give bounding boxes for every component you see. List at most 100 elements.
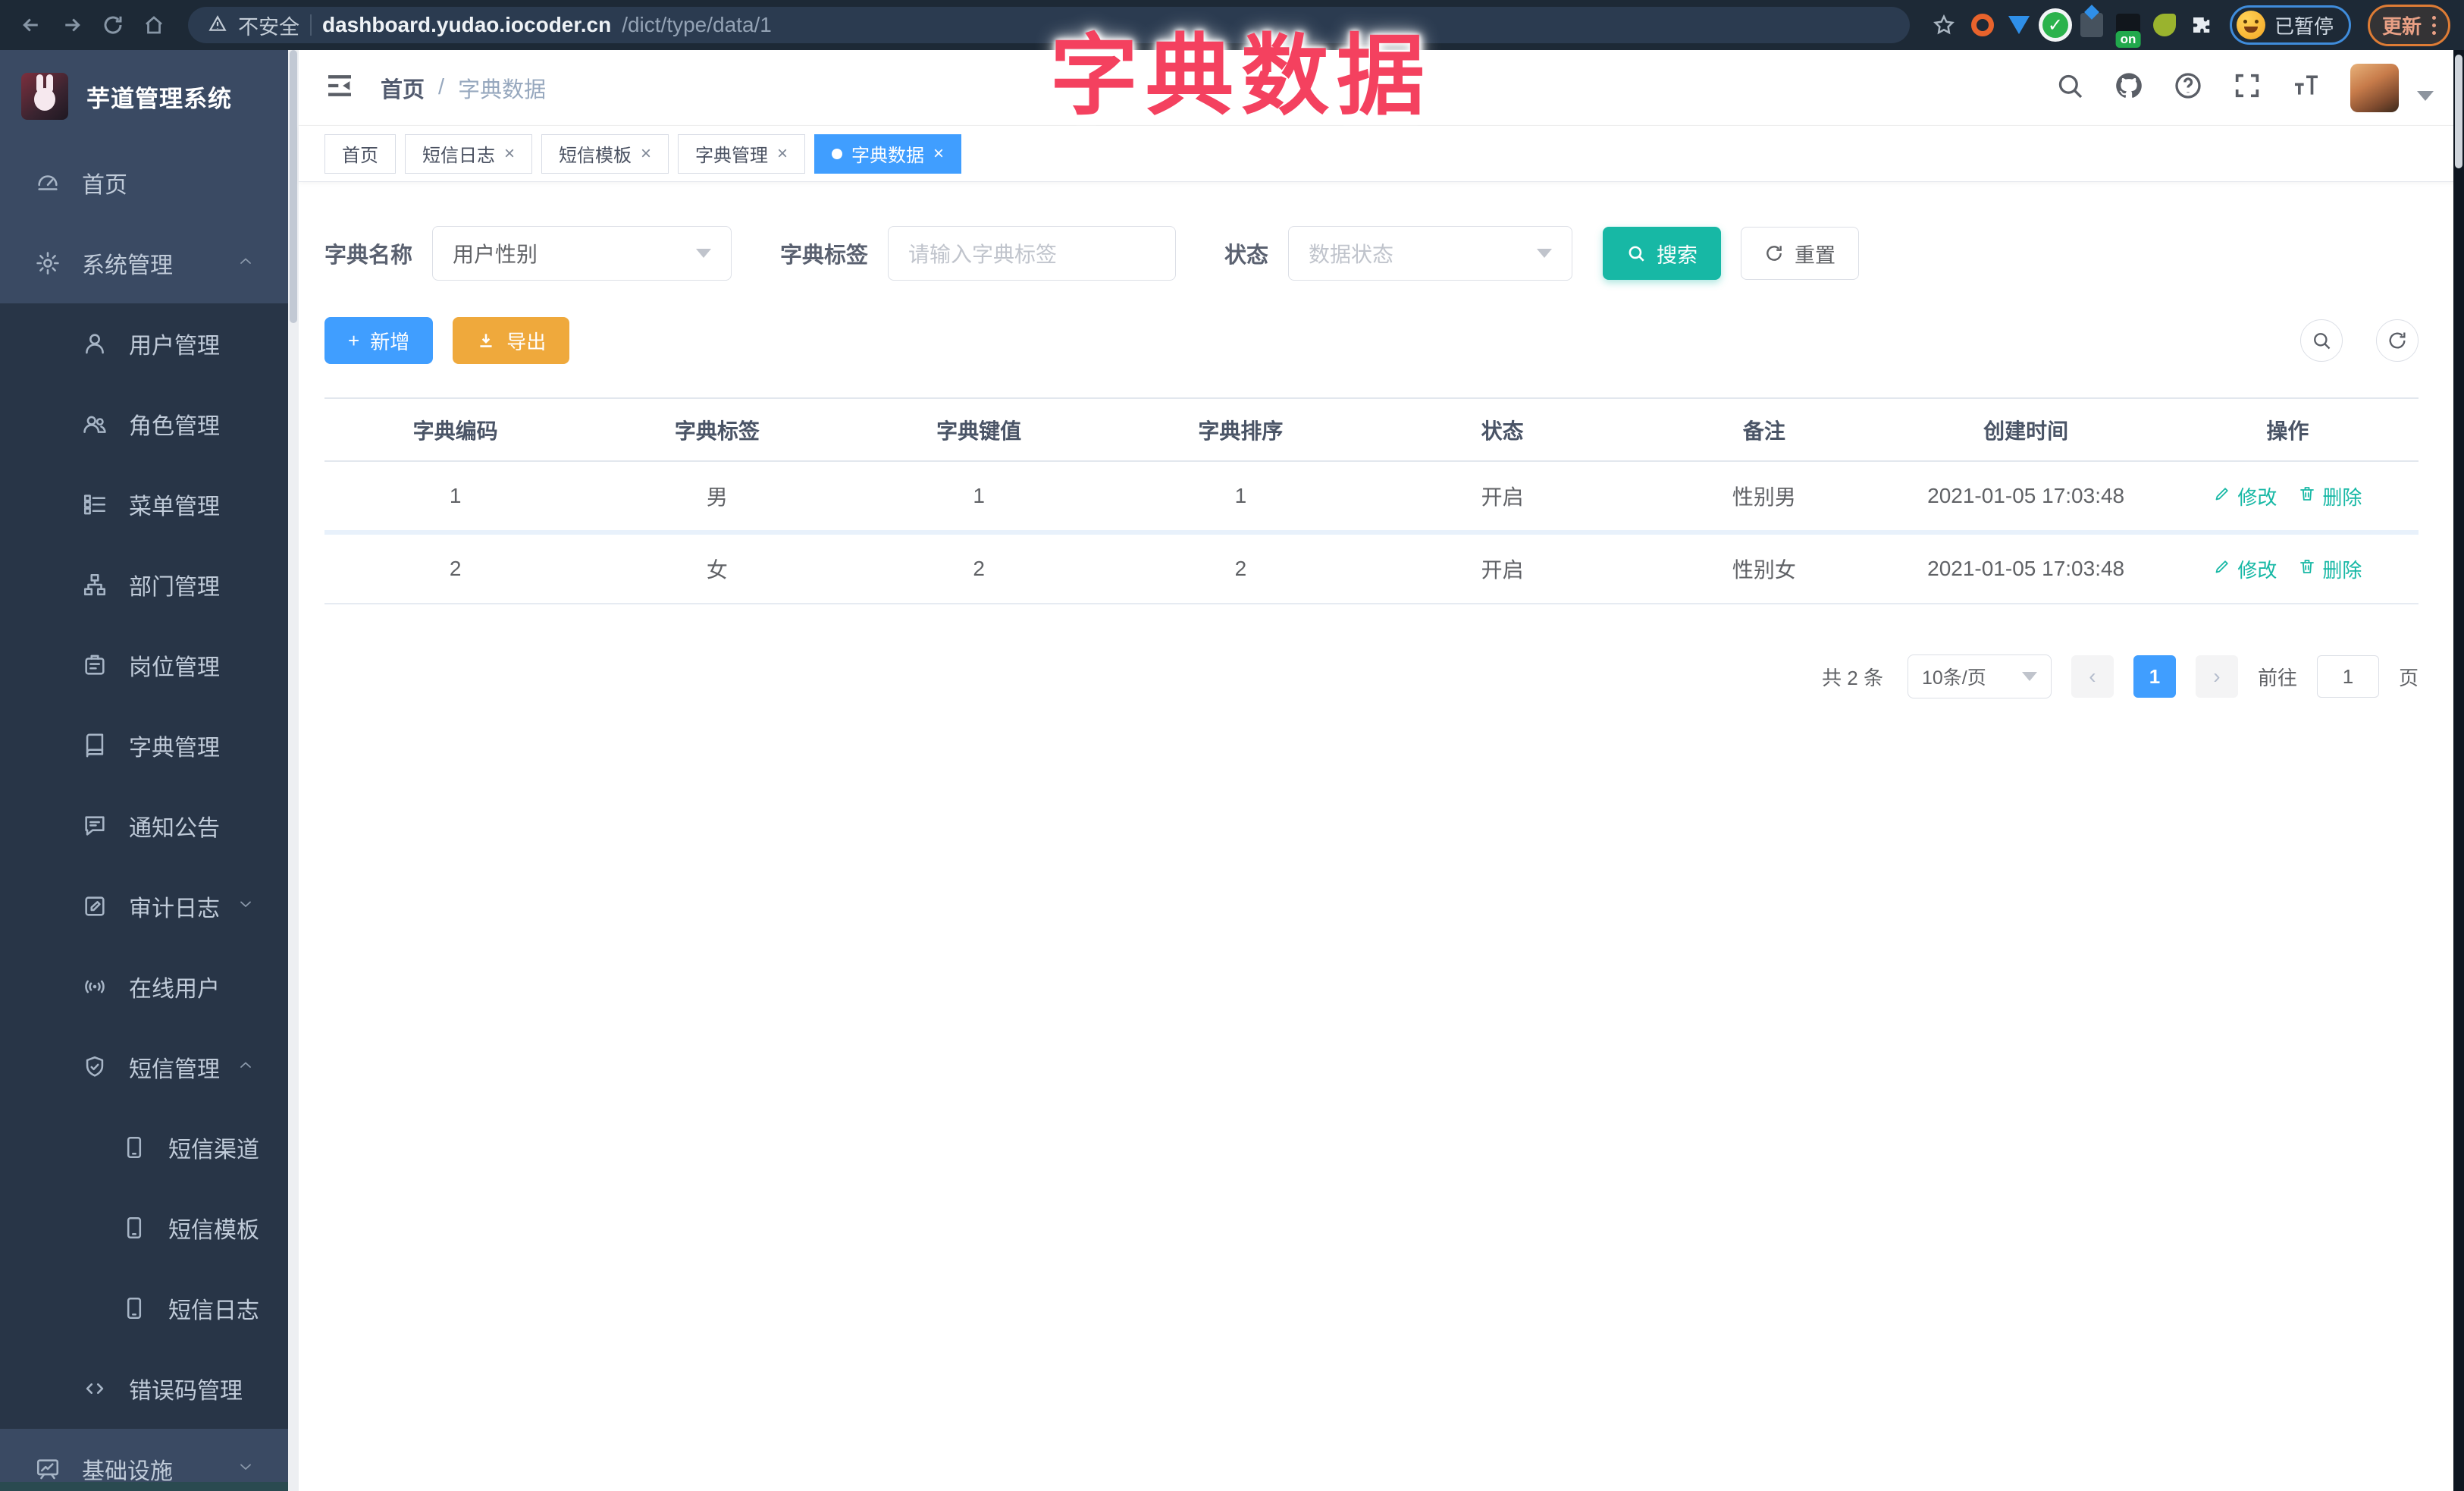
browser-menu-kebab-icon[interactable]	[2432, 15, 2436, 35]
reset-button[interactable]: 重置	[1741, 227, 1860, 280]
chevron-down-icon	[237, 893, 255, 919]
delete-link[interactable]: 删除	[2298, 555, 2362, 583]
reload-icon[interactable]	[96, 8, 130, 42]
edit-link[interactable]: 修改	[2213, 555, 2277, 583]
extension-sliders-icon[interactable]	[2077, 10, 2107, 40]
badge-icon	[82, 652, 108, 678]
table-header-row: 字典编码 字典标签 字典键值 字典排序 状态 备注 创建时间 操作	[324, 399, 2419, 462]
sidebar-item-online-users[interactable]: 在线用户	[0, 946, 288, 1027]
export-button[interactable]: 导出	[453, 317, 570, 364]
page-scrollbar-thumb[interactable]	[2455, 55, 2462, 168]
search-button[interactable]: 搜索	[1603, 227, 1722, 280]
code-icon	[82, 1376, 108, 1402]
sidebar-scrollbar[interactable]	[288, 50, 299, 1491]
prev-page-button[interactable]: ‹	[2071, 655, 2114, 698]
sidebar-item-sms-channel[interactable]: 短信渠道	[0, 1107, 288, 1188]
url-path[interactable]: /dict/type/data/1	[622, 13, 772, 37]
page-scrollbar[interactable]	[2453, 50, 2464, 1491]
delete-link[interactable]: 删除	[2298, 482, 2362, 510]
refresh-icon[interactable]	[2376, 319, 2419, 362]
toggle-search-icon[interactable]	[2300, 319, 2343, 362]
sidebar-item-dept-mgmt[interactable]: 部门管理	[0, 545, 288, 625]
tab-home[interactable]: 首页	[324, 133, 396, 174]
fullscreen-icon[interactable]	[2232, 71, 2262, 105]
goto-page-input[interactable]: 1	[2316, 655, 2379, 698]
avatar-caret-icon[interactable]	[2417, 91, 2434, 101]
dict-tag-input[interactable]: 请输入字典标签	[888, 226, 1177, 281]
sidebar-item-sms-log[interactable]: 短信日志	[0, 1268, 288, 1348]
phone-icon	[121, 1295, 147, 1321]
edit-link[interactable]: 修改	[2213, 482, 2277, 510]
dict-name-select[interactable]: 用户性别	[432, 226, 732, 281]
sidebar-logo[interactable]: 芋道管理系统	[0, 50, 288, 143]
sidebar-item-sms-template[interactable]: 短信模板	[0, 1188, 288, 1268]
address-bar[interactable]: 不安全 dashboard.yudao.iocoder.cn/dict/type…	[188, 7, 1910, 43]
help-icon[interactable]	[2173, 71, 2203, 105]
column-header: 备注	[1633, 399, 1895, 462]
tree-icon	[82, 572, 108, 598]
plus-icon: +	[348, 328, 360, 352]
extension-gem-icon[interactable]	[2004, 10, 2034, 40]
status-select[interactable]: 数据状态	[1288, 226, 1573, 281]
page-suffix-label: 页	[2398, 666, 2419, 689]
close-icon[interactable]: ×	[641, 144, 651, 163]
tab-sms-template[interactable]: 短信模板 ×	[541, 133, 669, 174]
chevron-down-icon	[696, 249, 712, 258]
sidebar-item-menu-mgmt[interactable]: 菜单管理	[0, 464, 288, 545]
extension-ring-icon[interactable]	[1967, 10, 1998, 40]
back-icon[interactable]	[14, 8, 49, 42]
close-icon[interactable]: ×	[504, 144, 515, 163]
next-page-button[interactable]: ›	[2195, 655, 2238, 698]
sidebar-item-error-code-mgmt[interactable]: 错误码管理	[0, 1348, 288, 1429]
extension-switch-icon[interactable]: on	[2113, 10, 2143, 48]
table-cell: 性别女	[1633, 530, 1895, 604]
tab-dict-data[interactable]: 字典数据 ×	[814, 133, 962, 174]
table-cell: 1	[1109, 461, 1372, 532]
extensions-puzzle-icon[interactable]	[2186, 10, 2216, 40]
sidebar-item-sms-mgmt[interactable]: 短信管理	[0, 1027, 288, 1107]
breadcrumb-separator: /	[438, 75, 445, 99]
user-avatar[interactable]	[2350, 63, 2399, 112]
actions-cell: 修改 删除	[2156, 530, 2419, 604]
sidebar: 芋道管理系统 首页 系统管理 用户管理 角色管理 菜单管理 部门管理 岗位管理 字典管理 通知公…	[0, 50, 288, 1491]
sidebar-scrollbar-thumb[interactable]	[290, 50, 297, 323]
gear-icon	[35, 250, 61, 276]
close-icon[interactable]: ×	[933, 144, 944, 163]
insecure-warning-icon[interactable]	[208, 14, 227, 37]
pagination: 共 2 条 10条/页 ‹ 1 › 前往 1 页	[324, 654, 2419, 698]
bookmark-star-icon[interactable]	[1926, 8, 1961, 42]
sidebar-item-system-mgmt[interactable]: 系统管理	[0, 223, 288, 303]
sidebar-item-user-mgmt[interactable]: 用户管理	[0, 303, 288, 384]
current-page-button[interactable]: 1	[2133, 655, 2176, 698]
sidebar-fold-icon[interactable]	[324, 71, 355, 105]
font-size-icon[interactable]	[2291, 71, 2321, 105]
close-icon[interactable]: ×	[777, 144, 788, 163]
browser-update-button[interactable]: 更新	[2367, 4, 2450, 46]
sidebar-item-role-mgmt[interactable]: 角色管理	[0, 384, 288, 464]
sidebar-item-home[interactable]: 首页	[0, 143, 288, 223]
url-host[interactable]: dashboard.yudao.iocoder.cn	[322, 13, 611, 37]
breadcrumb-home[interactable]: 首页	[381, 72, 425, 104]
sidebar-item-audit-log[interactable]: 审计日志	[0, 866, 288, 946]
home-icon[interactable]	[136, 8, 171, 42]
sidebar-item-dict-mgmt[interactable]: 字典管理	[0, 705, 288, 786]
header-search-icon[interactable]	[2055, 71, 2085, 105]
page-size-select[interactable]: 10条/页	[1907, 654, 2052, 698]
breadcrumb: 首页 / 字典数据	[381, 72, 546, 104]
sidebar-item-label: 短信日志	[168, 1298, 259, 1323]
add-button[interactable]: + 新增	[324, 317, 434, 364]
column-header: 字典编码	[324, 399, 587, 462]
next-icon: ›	[2213, 664, 2221, 688]
sidebar-bottom-strip	[0, 1482, 288, 1491]
sidebar-item-post-mgmt[interactable]: 岗位管理	[0, 625, 288, 705]
extension-check-icon[interactable]: ✓	[2040, 10, 2071, 40]
browser-profile-chip[interactable]: 已暂停	[2229, 5, 2351, 45]
forward-icon[interactable]	[55, 8, 89, 42]
user-icon	[82, 331, 108, 356]
tab-sms-log[interactable]: 短信日志 ×	[405, 133, 533, 174]
security-label[interactable]: 不安全	[238, 11, 299, 40]
tab-dict-mgmt[interactable]: 字典管理 ×	[678, 133, 806, 174]
sidebar-item-notice[interactable]: 通知公告	[0, 786, 288, 866]
github-icon[interactable]	[2114, 71, 2144, 105]
extension-leaf-icon[interactable]	[2149, 10, 2180, 40]
